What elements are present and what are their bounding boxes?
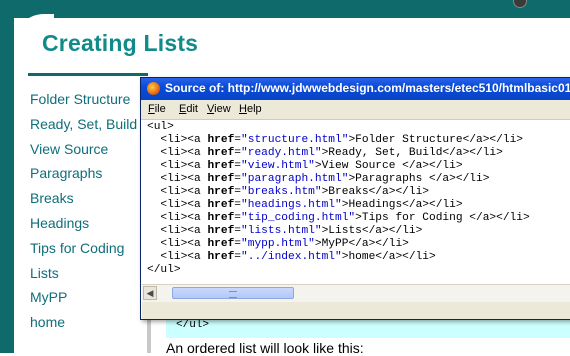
code-href-value: "structure.html" xyxy=(241,134,349,146)
code-href-value: "../index.html" xyxy=(241,251,342,263)
code-link-text: >Ready, Set, Build</a></li> xyxy=(321,147,503,159)
nav-link-paragraphs[interactable]: Paragraphs xyxy=(30,162,150,187)
code-sample-box xyxy=(166,318,570,338)
code-line: <li><a href="structure.html">Folder Stru… xyxy=(147,134,523,146)
code-href-value: "tip_coding.html" xyxy=(241,212,356,224)
title-divider xyxy=(28,73,148,76)
nav-link-mypp[interactable]: MyPP xyxy=(30,286,150,311)
code-line: <li><a href="view.html">View Source </a>… xyxy=(147,160,463,172)
view-source-window[interactable]: Source of: http://www.jdwwebdesign.com/m… xyxy=(140,77,570,320)
code-sample-text: </ul> xyxy=(176,319,210,331)
code-line: <li><a href="paragraph.html">Paragraphs … xyxy=(147,173,490,185)
window-title: Source of: http://www.jdwwebdesign.com/m… xyxy=(165,81,570,95)
code-line: <li><a href="ready.html">Ready, Set, Bui… xyxy=(147,147,503,159)
code-link-text: >Tips for Coding </a></li> xyxy=(355,212,530,224)
body-text: An ordered list will look like this: xyxy=(166,340,364,356)
code-link-text: >Lists</a></li> xyxy=(321,225,423,237)
grip-icon xyxy=(229,291,237,298)
menu-help[interactable]: Help xyxy=(239,103,262,115)
code-href-value: "mypp.html" xyxy=(241,238,315,250)
code-link-text: >Headings</a></li> xyxy=(341,199,463,211)
nav-link-view-source[interactable]: View Source xyxy=(30,138,150,163)
code-link-text: >Breaks</a></li> xyxy=(321,186,430,198)
code-href-value: "headings.html" xyxy=(241,199,342,211)
menu-edit[interactable]: Edit xyxy=(179,103,198,115)
code-href-value: "ready.html" xyxy=(241,147,322,159)
code-line: <li><a href="../index.html">home</a></li… xyxy=(147,251,436,263)
code-line: <li><a href="tip_coding.html">Tips for C… xyxy=(147,212,530,224)
code-href-value: "breaks.htm" xyxy=(241,186,322,198)
nav-link-breaks[interactable]: Breaks xyxy=(30,187,150,212)
code-link-text: >home</a></li> xyxy=(341,251,436,263)
code-link-text: >Paragraphs </a></li> xyxy=(348,173,490,185)
code-line: <li><a href="mypp.html">MyPP</a></li> xyxy=(147,238,409,250)
page-title: Creating Lists xyxy=(42,30,199,56)
code-link-text: >Folder Structure</a></li> xyxy=(348,134,523,146)
nav-link-ready-set-build[interactable]: Ready, Set, Build xyxy=(30,113,150,138)
code-line: <li><a href="headings.html">Headings</a>… xyxy=(147,199,463,211)
header-band xyxy=(0,0,570,18)
code-link-text: >MyPP</a></li> xyxy=(314,238,409,250)
code-ul-close: </ul> xyxy=(147,264,181,276)
nav-link-home[interactable]: home xyxy=(30,311,150,336)
nav-link-lists[interactable]: Lists xyxy=(30,262,150,287)
content-divider xyxy=(147,318,151,353)
code-href-value: "paragraph.html" xyxy=(241,173,349,185)
nav-link-tips-for-coding[interactable]: Tips for Coding xyxy=(30,237,150,262)
code-link-text: >View Source </a></li> xyxy=(314,160,463,172)
left-border xyxy=(0,0,14,353)
menu-bar: File Edit View Help xyxy=(141,100,570,120)
code-href-value: "view.html" xyxy=(241,160,315,172)
code-ul-open: <ul> xyxy=(147,121,174,133)
nav-link-headings[interactable]: Headings xyxy=(30,212,150,237)
code-line: <li><a href="breaks.htm">Breaks</a></li> xyxy=(147,186,430,198)
menu-file[interactable]: File xyxy=(148,103,166,115)
window-titlebar[interactable]: Source of: http://www.jdwwebdesign.com/m… xyxy=(141,78,570,100)
code-href-value: "lists.html" xyxy=(241,225,322,237)
code-line: <li><a href="lists.html">Lists</a></li> xyxy=(147,225,423,237)
status-bar xyxy=(142,302,570,319)
horizontal-scrollbar[interactable]: ◀ xyxy=(142,284,570,302)
nav-link-folder-structure[interactable]: Folder Structure xyxy=(30,88,150,113)
scrollbar-thumb[interactable] xyxy=(172,287,294,299)
menu-view[interactable]: View xyxy=(207,103,231,115)
scroll-left-arrow-icon[interactable]: ◀ xyxy=(143,286,157,300)
browser-icon xyxy=(147,82,160,95)
sidebar-nav: Folder Structure Ready, Set, Build View So… xyxy=(30,88,150,336)
source-code[interactable]: <ul> <li><a href="structure.html">Folder… xyxy=(147,121,530,277)
